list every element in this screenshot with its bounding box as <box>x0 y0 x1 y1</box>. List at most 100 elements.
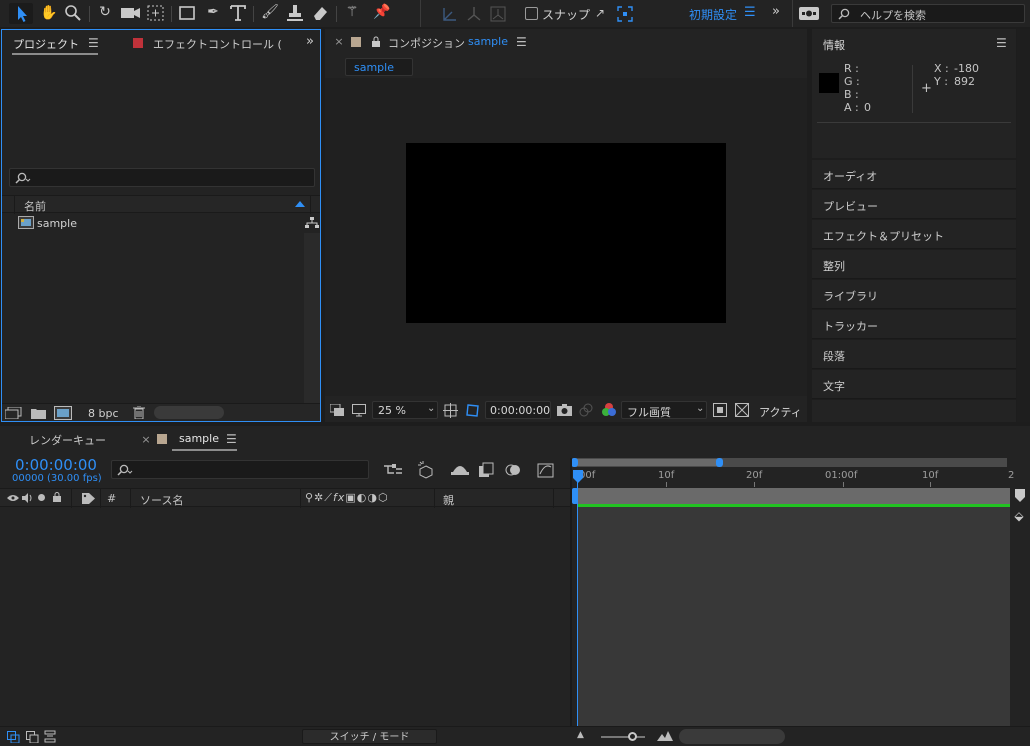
clone-stamp-tool-button[interactable] <box>286 4 304 22</box>
draft-3d-icon[interactable] <box>417 461 435 479</box>
comp-panel-menu-icon[interactable]: ☰ <box>516 35 527 49</box>
snapshot-camera-icon[interactable] <box>557 404 572 416</box>
column-source-name-header[interactable]: ソース名 <box>140 492 183 508</box>
timeline-menu-icon[interactable]: ☰ <box>226 432 237 446</box>
timeline-track-area[interactable] <box>577 507 1010 727</box>
panel-preview[interactable]: プレビュー <box>812 190 1016 219</box>
project-list-scrollbar[interactable] <box>304 233 320 403</box>
camera-tool-button[interactable] <box>121 6 141 20</box>
always-preview-icon[interactable] <box>330 404 344 416</box>
info-panel-menu-icon[interactable]: ☰ <box>996 36 1007 50</box>
right-scrollbar[interactable] <box>1017 29 1030 422</box>
pen-icon[interactable]: ✒ <box>203 4 223 20</box>
layer-switches-toggle-icon[interactable] <box>7 731 20 743</box>
in-out-toggle-icon[interactable] <box>44 730 56 743</box>
comp-viewer[interactable] <box>325 78 807 396</box>
thumbnail-size-slider[interactable] <box>154 406 224 419</box>
tab-composition-name[interactable]: sample <box>468 35 508 48</box>
monitor-icon[interactable] <box>352 404 366 417</box>
tab-composition-prefix[interactable]: コンポジション <box>388 35 465 51</box>
zoom-tool-button[interactable] <box>64 4 82 22</box>
pan-behind-tool-button[interactable] <box>147 5 164 21</box>
layer-list-area[interactable] <box>0 508 570 726</box>
info-panel-title[interactable]: 情報 <box>823 37 845 53</box>
comp-end-marker[interactable] <box>1014 489 1026 503</box>
puppet-pin-icon[interactable]: 📌 <box>372 4 392 20</box>
column-name-header[interactable]: 名前 <box>24 198 46 214</box>
mask-visibility-icon[interactable] <box>465 403 480 418</box>
comp-button-icon[interactable]: ⬙ <box>1011 508 1027 524</box>
solo-icon[interactable] <box>38 494 45 501</box>
playhead-line[interactable] <box>577 482 578 728</box>
timeline-search-field[interactable] <box>111 460 369 479</box>
eye-icon[interactable] <box>7 494 19 502</box>
list-item[interactable]: sample <box>2 214 304 232</box>
resolution-select[interactable]: フル画質 ⌄ <box>621 401 707 419</box>
time-navigator-end-handle[interactable] <box>716 458 723 467</box>
snap-grid-icon[interactable] <box>617 6 633 22</box>
tab-effect-controls[interactable]: エフェクトコントロール ( <box>153 36 282 52</box>
sort-ascending-icon[interactable] <box>295 201 305 207</box>
axis-view-icon[interactable] <box>489 5 507 23</box>
trash-icon[interactable] <box>133 406 145 419</box>
tab-project[interactable]: プロジェクト <box>13 36 79 52</box>
graph-editor-icon[interactable] <box>537 461 555 479</box>
workspace-menu-icon[interactable]: ☰ <box>744 5 756 20</box>
motion-blur-icon[interactable] <box>505 462 521 478</box>
project-overflow-icon[interactable]: » <box>306 34 314 49</box>
show-snapshot-icon[interactable] <box>579 403 593 417</box>
panel-align[interactable]: 整列 <box>812 250 1016 279</box>
column-parent-header[interactable]: 親 <box>443 492 454 508</box>
panel-character[interactable]: 文字 <box>812 370 1016 399</box>
project-search-field[interactable] <box>9 168 315 187</box>
bit-depth-label[interactable]: 8 bpc <box>88 407 119 420</box>
transfer-controls-toggle-icon[interactable] <box>26 731 39 743</box>
region-of-interest-icon[interactable] <box>713 403 727 417</box>
panel-audio[interactable]: オーディオ <box>812 160 1016 189</box>
switch-mode-button[interactable]: スイッチ / モード <box>302 729 437 744</box>
panel-libraries[interactable]: ライブラリ <box>812 280 1016 309</box>
timeline-zoom-slider-thumb[interactable] <box>628 732 637 741</box>
switches-icon-group[interactable]: ⚲✲⟋fx▣◐◑⬡ <box>305 491 389 505</box>
panel-paragraph[interactable]: 段落 <box>812 340 1016 369</box>
timeline-horizontal-scrollbar[interactable] <box>679 729 785 744</box>
new-folder-icon[interactable] <box>31 407 46 419</box>
audio-icon[interactable] <box>22 493 33 503</box>
flowchart-icon[interactable] <box>305 217 319 229</box>
resolution-grid-icon[interactable] <box>443 403 458 418</box>
close-icon[interactable]: × <box>140 432 152 448</box>
composition-canvas[interactable] <box>406 143 726 323</box>
breadcrumb[interactable]: sample <box>345 58 413 76</box>
type-tool-button[interactable] <box>229 3 247 23</box>
snap-checkbox[interactable] <box>525 7 538 20</box>
project-panel-menu-icon[interactable]: ☰ <box>88 36 99 50</box>
zoom-in-icon[interactable] <box>657 731 673 741</box>
column-hash-header[interactable]: # <box>107 492 116 505</box>
new-composition-icon[interactable] <box>54 406 72 420</box>
panel-tracker[interactable]: トラッカー <box>812 310 1016 339</box>
timeline-timecode[interactable]: 0:00:00:00 <box>15 456 97 474</box>
eraser-tool-button[interactable] <box>311 4 329 22</box>
panel-effects-presets[interactable]: エフェクト＆プリセット <box>812 220 1016 249</box>
zoom-out-icon[interactable]: ▲ <box>577 730 584 740</box>
active-camera-label[interactable]: アクティ <box>759 404 802 420</box>
color-channels-icon[interactable] <box>601 402 617 418</box>
comp-flowchart-icon[interactable] <box>384 463 402 477</box>
sync-settings-icon[interactable] <box>799 7 819 20</box>
lock-icon[interactable] <box>371 36 381 48</box>
tab-render-queue[interactable]: レンダーキュー <box>29 432 106 448</box>
rotate-icon[interactable]: ↻ <box>96 4 114 20</box>
work-area-bar[interactable] <box>577 488 1010 504</box>
frame-blending-icon[interactable] <box>479 462 495 478</box>
brush-icon[interactable]: 🖌 <box>260 4 280 20</box>
playhead-handle[interactable] <box>573 470 583 484</box>
time-navigator-start-handle[interactable] <box>571 458 578 467</box>
playhead-work-handle[interactable] <box>572 488 578 504</box>
label-tag-icon[interactable] <box>82 493 95 504</box>
tab-timeline-comp[interactable]: sample <box>179 432 219 445</box>
hand-icon[interactable]: ✋ <box>40 5 58 21</box>
workspace-overflow-icon[interactable]: » <box>772 4 780 19</box>
timeline-zoom-slider-track[interactable] <box>601 736 645 738</box>
axis-world-icon[interactable] <box>465 5 483 23</box>
rectangle-tool-button[interactable] <box>179 5 196 21</box>
